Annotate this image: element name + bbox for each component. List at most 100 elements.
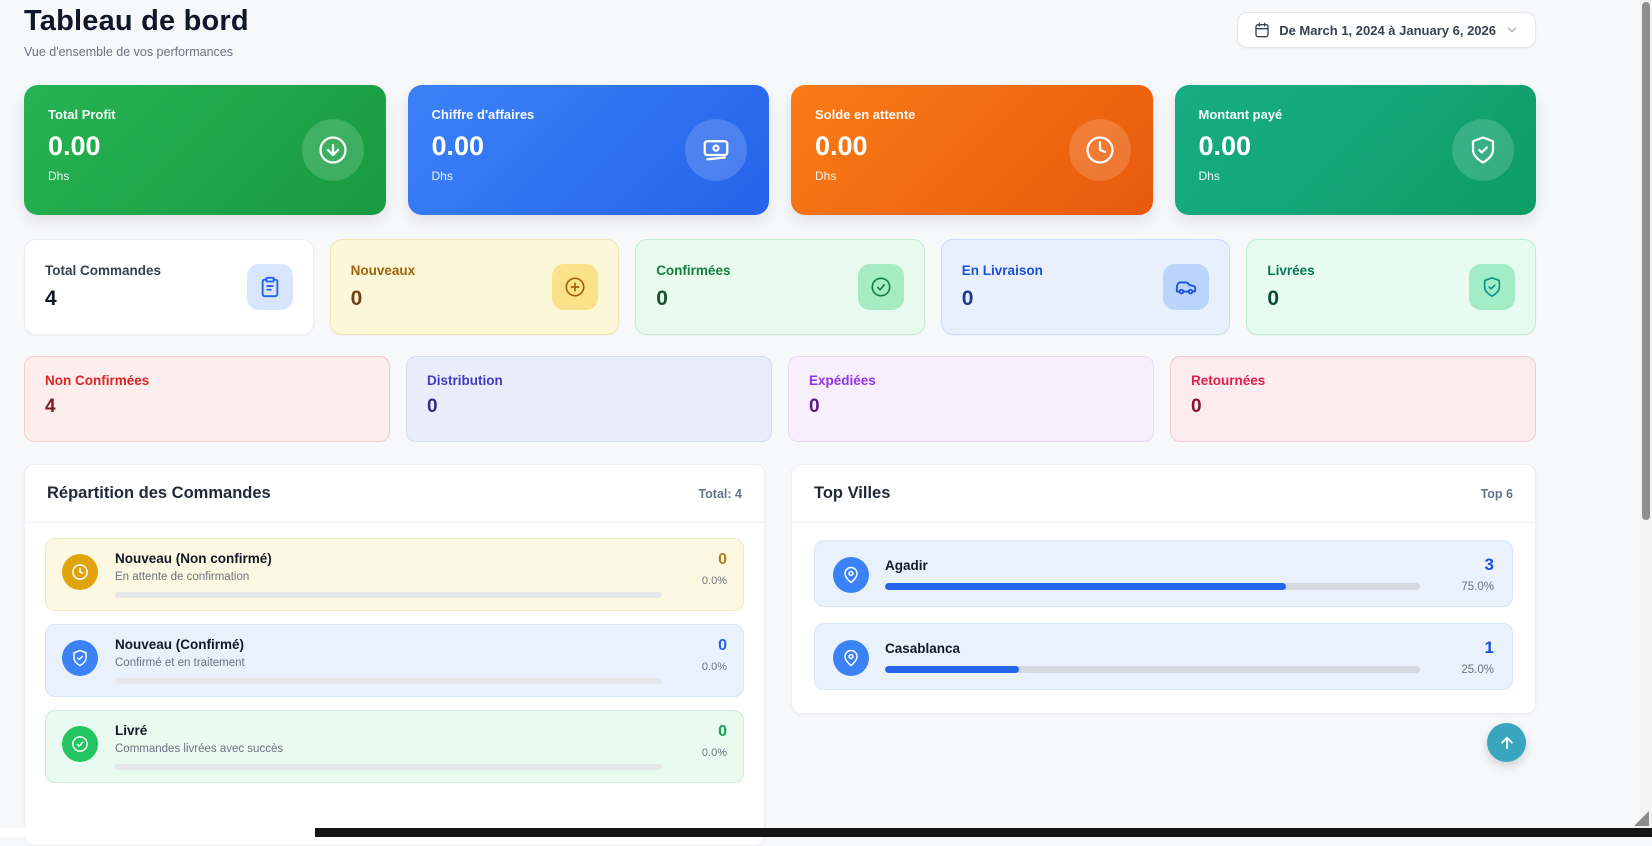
dashboard-page: Tableau de bord Vue d'ensemble de vos pe…: [24, 0, 1536, 846]
cities-panel-title: Top Villes: [814, 484, 890, 503]
city-values: 1 25.0%: [1436, 638, 1494, 676]
city-row-casablanca: Casablanca 1 25.0%: [814, 623, 1513, 690]
page-subtitle: Vue d'ensemble de vos performances: [24, 45, 249, 59]
order-status-values: 0 0.0%: [679, 551, 727, 587]
top-cities-panel: Top Villes Top 6 Agadir 3 75.0%: [791, 464, 1536, 714]
status-label: Distribution: [427, 373, 751, 388]
count-value: 4: [45, 287, 161, 311]
clock-icon: [62, 554, 98, 590]
city-text: Agadir: [885, 558, 1420, 590]
order-status-row-nouveau-non-confirme: Nouveau (Non confirmé) En attente de con…: [45, 538, 744, 611]
order-status-percent: 0.0%: [679, 575, 727, 587]
scroll-to-top-button[interactable]: [1487, 723, 1526, 762]
clipboard-icon: [247, 264, 293, 310]
check-circle-icon: [62, 726, 98, 762]
orders-panel-header: Répartition des Commandes Total: 4: [25, 465, 764, 523]
shield-check-icon: [62, 640, 98, 676]
status-label: Expédiées: [809, 373, 1133, 388]
kpi-label: Solde en attente: [815, 107, 1129, 122]
shield-check-icon: [1452, 119, 1514, 181]
count-card-en-livraison: En Livraison 0: [941, 239, 1231, 335]
status-card-non-confirmees: Non Confirmées 4: [24, 356, 390, 442]
date-range-selector[interactable]: De March 1, 2024 à January 6, 2026: [1237, 12, 1536, 48]
order-status-text: Livré Commandes livrées avec succès: [115, 723, 662, 770]
count-value: 0: [351, 287, 416, 311]
calendar-icon: [1254, 22, 1270, 38]
city-name: Agadir: [885, 558, 1420, 573]
count-card-confirmees: Confirmées 0: [635, 239, 925, 335]
orders-panel-total: Total: 4: [698, 487, 742, 501]
count-card-text: En Livraison 0: [962, 263, 1043, 311]
count-label: Nouveaux: [351, 263, 416, 278]
order-status-count: 0: [679, 551, 727, 569]
kpi-card-pending-balance: Solde en attente 0.00 Dhs: [791, 85, 1153, 215]
count-cards-row: Total Commandes 4 Nouveaux 0 Confirmées …: [24, 239, 1536, 335]
vertical-scrollbar-thumb[interactable]: [1642, 2, 1650, 520]
city-text: Casablanca: [885, 641, 1420, 673]
kpi-label: Chiffre d'affaires: [432, 107, 746, 122]
horizontal-scrollbar-thumb[interactable]: [315, 828, 1652, 837]
plus-circle-icon: [552, 264, 598, 310]
check-circle-icon: [858, 264, 904, 310]
status-value: 0: [809, 396, 1133, 418]
count-label: En Livraison: [962, 263, 1043, 278]
cities-panel-top-label: Top 6: [1481, 487, 1513, 501]
status-label: Non Confirmées: [45, 373, 369, 388]
order-progress-track: [115, 764, 662, 770]
clock-icon: [1069, 119, 1131, 181]
count-card-text: Nouveaux 0: [351, 263, 416, 311]
chevron-down-icon: [1505, 23, 1519, 37]
shield-check-icon: [1469, 264, 1515, 310]
count-card-nouveaux: Nouveaux 0: [330, 239, 620, 335]
kpi-card-revenue: Chiffre d'affaires 0.00 Dhs: [408, 85, 770, 215]
horizontal-scrollbar[interactable]: [0, 828, 1652, 837]
city-progress-fill: [885, 583, 1286, 590]
map-pin-icon: [833, 640, 869, 676]
cities-list: Agadir 3 75.0% Casablanca: [792, 523, 1535, 707]
resize-grip-icon: [1634, 811, 1649, 826]
order-status-subtitle: En attente de confirmation: [115, 571, 662, 583]
order-status-subtitle: Confirmé et en traitement: [115, 657, 662, 669]
vertical-scrollbar[interactable]: [1640, 0, 1652, 837]
page-title: Tableau de bord: [24, 5, 249, 38]
status-label: Retournées: [1191, 373, 1515, 388]
order-status-title: Nouveau (Non confirmé): [115, 551, 662, 566]
order-status-values: 0 0.0%: [679, 723, 727, 759]
order-status-percent: 0.0%: [679, 661, 727, 673]
car-icon: [1163, 264, 1209, 310]
banknote-icon: [685, 119, 747, 181]
count-label: Livrées: [1267, 263, 1314, 278]
order-status-row-nouveau-confirme: Nouveau (Confirmé) Confirmé et en traite…: [45, 624, 744, 697]
status-card-expediees: Expédiées 0: [788, 356, 1154, 442]
order-status-row-livre: Livré Commandes livrées avec succès 0 0.…: [45, 710, 744, 783]
page-header: Tableau de bord Vue d'ensemble de vos pe…: [24, 0, 1536, 59]
city-count: 3: [1436, 555, 1494, 575]
count-card-total-commandes: Total Commandes 4: [24, 239, 314, 335]
order-status-count: 0: [679, 723, 727, 741]
city-percent: 75.0%: [1436, 581, 1494, 593]
count-value: 0: [962, 287, 1043, 311]
kpi-label: Montant payé: [1199, 107, 1513, 122]
city-percent: 25.0%: [1436, 664, 1494, 676]
count-card-text: Livrées 0: [1267, 263, 1314, 311]
status-card-distribution: Distribution 0: [406, 356, 772, 442]
city-progress-fill: [885, 666, 1019, 673]
city-count: 1: [1436, 638, 1494, 658]
status-value: 0: [427, 396, 751, 418]
count-value: 0: [656, 287, 730, 311]
count-card-text: Total Commandes 4: [45, 263, 161, 311]
order-status-title: Livré: [115, 723, 662, 738]
city-progress-track: [885, 666, 1420, 673]
count-label: Total Commandes: [45, 263, 161, 278]
kpi-card-paid-amount: Montant payé 0.00 Dhs: [1175, 85, 1537, 215]
order-progress-track: [115, 678, 662, 684]
panels-row: Répartition des Commandes Total: 4 Nouve…: [24, 464, 1536, 846]
city-progress-track: [885, 583, 1420, 590]
arrow-up-icon: [1498, 734, 1516, 752]
kpi-label: Total Profit: [48, 107, 362, 122]
order-status-values: 0 0.0%: [679, 637, 727, 673]
order-status-subtitle: Commandes livrées avec succès: [115, 743, 662, 755]
page-header-text: Tableau de bord Vue d'ensemble de vos pe…: [24, 5, 249, 59]
city-name: Casablanca: [885, 641, 1420, 656]
orders-panel-title: Répartition des Commandes: [47, 484, 271, 503]
